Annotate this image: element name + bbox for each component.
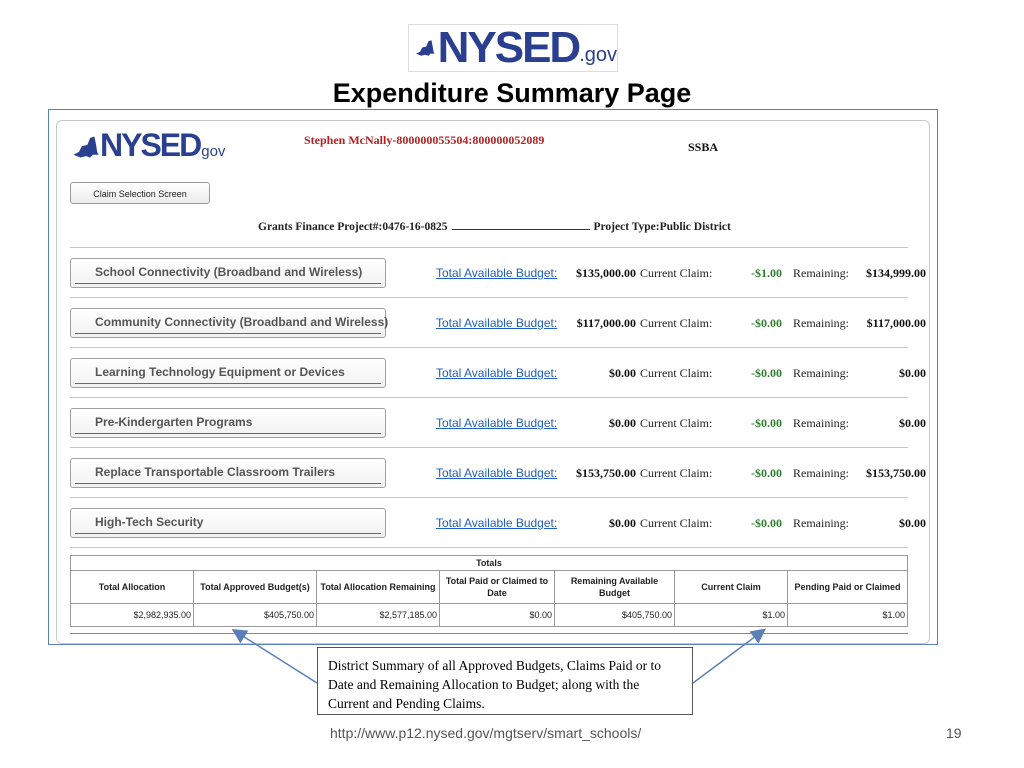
- footer-url[interactable]: http://www.p12.nysed.gov/mgtserv/smart_s…: [330, 725, 641, 741]
- arrow-left: [231, 628, 318, 684]
- page-number: 19: [946, 725, 962, 741]
- callout-box: District Summary of all Approved Budgets…: [317, 647, 693, 715]
- arrow-right: [692, 628, 767, 684]
